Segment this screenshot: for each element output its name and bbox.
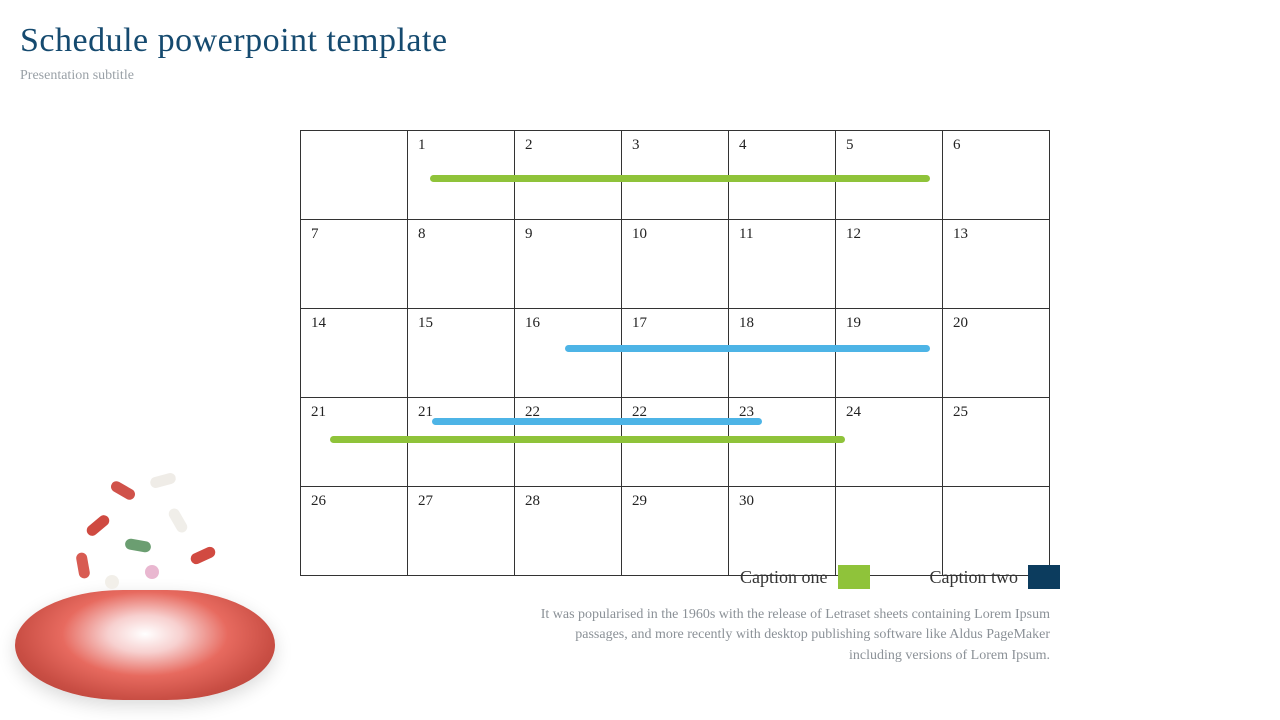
legend-label-two: Caption two <box>930 567 1019 588</box>
calendar-table: 1 2 3 4 5 6 7 8 9 10 11 12 13 14 15 16 1… <box>300 130 1050 576</box>
pill-icon <box>109 479 137 502</box>
pill-icon <box>145 565 159 579</box>
calendar-cell: 24 <box>836 398 943 487</box>
calendar-cell: 10 <box>622 220 729 309</box>
slide-subtitle: Presentation subtitle <box>20 68 134 84</box>
legend-swatch-two <box>1028 565 1060 589</box>
pills-illustration <box>15 465 275 700</box>
description-text: It was popularised in the 1960s with the… <box>540 605 1050 666</box>
schedule-bar <box>432 418 762 425</box>
calendar-cell <box>943 487 1050 576</box>
legend: Caption one Caption two <box>540 565 1060 589</box>
calendar-row: 26 27 28 29 30 <box>301 487 1050 576</box>
calendar-cell: 20 <box>943 309 1050 398</box>
calendar-cell: 25 <box>943 398 1050 487</box>
pill-icon <box>189 545 217 566</box>
pill-icon <box>85 513 112 538</box>
calendar-cell <box>301 131 408 220</box>
calendar-cell: 11 <box>729 220 836 309</box>
calendar-cell: 30 <box>729 487 836 576</box>
calendar-cell: 15 <box>408 309 515 398</box>
calendar-cell <box>836 487 943 576</box>
pill-icon <box>75 552 90 580</box>
schedule-bar <box>330 436 845 443</box>
slide-title: Schedule powerpoint template <box>20 22 448 60</box>
calendar-cell: 26 <box>301 487 408 576</box>
calendar-cell: 19 <box>836 309 943 398</box>
calendar-cell: 16 <box>515 309 622 398</box>
calendar-cell: 9 <box>515 220 622 309</box>
calendar-cell: 28 <box>515 487 622 576</box>
legend-swatch-one <box>838 565 870 589</box>
calendar-cell: 7 <box>301 220 408 309</box>
pill-icon <box>124 538 152 553</box>
calendar-row: 7 8 9 10 11 12 13 <box>301 220 1050 309</box>
pill-icon <box>105 575 119 589</box>
calendar-cell: 18 <box>729 309 836 398</box>
calendar-cell: 29 <box>622 487 729 576</box>
schedule-bar <box>565 345 930 352</box>
calendar-cell: 8 <box>408 220 515 309</box>
calendar-cell: 17 <box>622 309 729 398</box>
legend-item-two: Caption two <box>930 565 1061 589</box>
calendar-cell: 13 <box>943 220 1050 309</box>
calendar-row: 14 15 16 17 18 19 20 <box>301 309 1050 398</box>
calendar-container: 1 2 3 4 5 6 7 8 9 10 11 12 13 14 15 16 1… <box>300 130 1050 576</box>
legend-label-one: Caption one <box>740 567 828 588</box>
schedule-bar <box>430 175 930 182</box>
pill-icon <box>167 506 190 534</box>
calendar-cell: 27 <box>408 487 515 576</box>
legend-item-one: Caption one <box>740 565 870 589</box>
calendar-cell: 12 <box>836 220 943 309</box>
calendar-cell: 6 <box>943 131 1050 220</box>
calendar-cell: 14 <box>301 309 408 398</box>
pill-icon <box>149 472 177 489</box>
pill-pile <box>15 590 275 700</box>
